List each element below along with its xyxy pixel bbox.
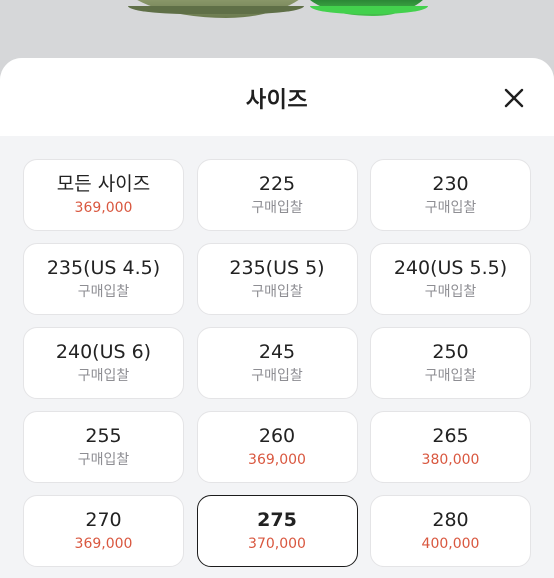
- size-price: 370,000: [248, 536, 306, 552]
- size-label: 모든 사이즈: [56, 173, 151, 195]
- size-price: 380,000: [421, 452, 480, 468]
- size-label: 230: [432, 173, 469, 195]
- size-option-270[interactable]: 270 369,000: [23, 495, 184, 567]
- close-button[interactable]: [496, 80, 532, 116]
- size-option-245[interactable]: 245 구매입찰: [196, 327, 358, 399]
- size-option-255[interactable]: 255 구매입찰: [23, 411, 184, 483]
- size-option-230[interactable]: 230 구매입찰: [370, 159, 531, 231]
- sheet-header: 사이즈: [0, 58, 554, 136]
- size-price: 400,000: [421, 536, 480, 552]
- size-bottom-sheet: 사이즈 모든 사이즈 369,000 225 구매입찰 230 구매입찰 235…: [0, 58, 554, 578]
- size-label: 280: [432, 509, 469, 531]
- size-option-235-us5[interactable]: 235(US 5) 구매입찰: [196, 243, 358, 315]
- size-price: 구매입찰: [77, 284, 130, 300]
- size-label: 235(US 4.5): [46, 257, 161, 279]
- size-price: 369,000: [74, 536, 133, 552]
- size-option-260[interactable]: 260 369,000: [196, 411, 358, 483]
- size-label: 235(US 5): [229, 257, 325, 279]
- size-price: 구매입찰: [77, 368, 130, 384]
- size-price: 구매입찰: [424, 284, 477, 300]
- size-price: 구매입찰: [251, 368, 303, 384]
- size-option-225[interactable]: 225 구매입찰: [196, 159, 358, 231]
- shoe-right-sole: [310, 6, 428, 14]
- size-label: 245: [258, 341, 296, 363]
- size-price: 구매입찰: [77, 452, 130, 468]
- size-option-all[interactable]: 모든 사이즈 369,000: [23, 159, 184, 231]
- shoe-left-sole: [128, 6, 304, 14]
- size-label: 270: [85, 509, 122, 531]
- size-option-250[interactable]: 250 구매입찰: [370, 327, 531, 399]
- size-label: 260: [258, 425, 296, 447]
- size-grid: 모든 사이즈 369,000 225 구매입찰 230 구매입찰 235(US …: [23, 159, 531, 567]
- size-price: 구매입찰: [424, 368, 477, 384]
- size-option-235-us4-5[interactable]: 235(US 4.5) 구매입찰: [23, 243, 184, 315]
- size-label: 265: [432, 425, 469, 447]
- size-price: 구매입찰: [424, 200, 477, 216]
- sheet-title: 사이즈: [245, 88, 309, 113]
- size-label: 240(US 6): [55, 341, 152, 363]
- size-option-240-us5-5[interactable]: 240(US 5.5) 구매입찰: [370, 243, 531, 315]
- size-label: 240(US 5.5): [393, 257, 508, 279]
- close-icon: [504, 88, 524, 108]
- size-price: 구매입찰: [251, 200, 303, 216]
- size-price: 구매입찰: [251, 284, 303, 300]
- size-label: 255: [85, 425, 122, 447]
- size-option-275-selected[interactable]: 275 370,000: [196, 495, 358, 567]
- size-price: 369,000: [248, 452, 306, 468]
- product-image: [0, 0, 554, 60]
- size-label: 250: [432, 341, 469, 363]
- size-option-280[interactable]: 280 400,000: [370, 495, 531, 567]
- size-price: 369,000: [74, 200, 133, 216]
- size-option-265[interactable]: 265 380,000: [370, 411, 531, 483]
- size-label: 275: [257, 509, 297, 531]
- size-option-240-us6[interactable]: 240(US 6) 구매입찰: [23, 327, 184, 399]
- size-label: 225: [258, 173, 296, 195]
